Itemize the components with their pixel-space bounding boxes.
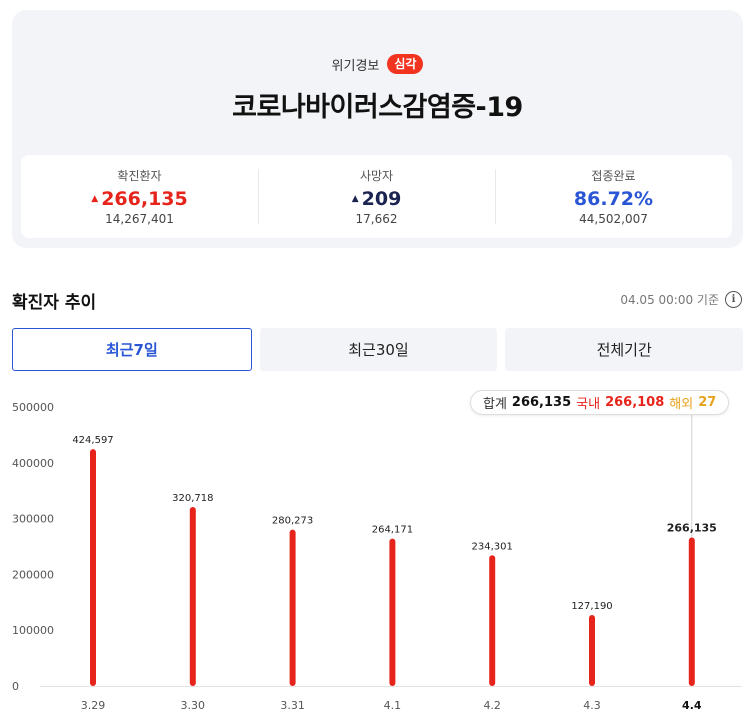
up-arrow-icon: ▲ xyxy=(351,194,359,204)
alert-row: 위기경보 심각 xyxy=(12,54,743,74)
confirmed-cases-chart: 0 100000 200000 300000 400000 500000 424,597 3.… xyxy=(0,380,750,724)
bar xyxy=(589,615,595,686)
stat-total: 44,502,007 xyxy=(579,212,648,226)
bar xyxy=(688,537,695,686)
tooltip-overseas-label: 해외 xyxy=(669,397,694,412)
tooltip-total-value: 266,135 xyxy=(511,395,572,410)
stat-value-number: 209 xyxy=(361,188,402,210)
bar-data-label: 320,718 xyxy=(172,493,213,504)
x-tick-label: 4.2 xyxy=(483,699,501,712)
tab-all-period[interactable]: 전체기간 xyxy=(505,328,744,371)
stat-total: 17,662 xyxy=(355,212,398,226)
x-tick-label: 4.4 xyxy=(682,699,702,712)
y-tick-label: 200000 xyxy=(12,568,54,581)
stat-value-number: 266,135 xyxy=(101,188,188,210)
stat-value-number: 86.72% xyxy=(573,188,654,210)
alert-level-badge: 심각 xyxy=(387,54,424,74)
bar-data-label: 127,190 xyxy=(571,601,612,612)
tooltip-domestic-label: 국내 xyxy=(576,397,601,412)
stat-value: ▲ 209 xyxy=(352,188,402,210)
page-title: 코로나바이러스감염증-19 xyxy=(232,92,523,123)
stat-label: 접종완료 xyxy=(591,169,636,183)
y-tick-label: 100000 xyxy=(12,624,54,637)
stat-total: 14,267,401 xyxy=(105,212,174,226)
bar-data-label: 424,597 xyxy=(72,435,113,446)
tooltip-overseas-value: 27 xyxy=(698,395,717,410)
covid-summary-card: 위기경보 심각 코로나바이러스감염증-19 확진환자 ▲ 266,135 14,… xyxy=(12,10,743,248)
tooltip-domestic-value: 266,108 xyxy=(605,395,665,410)
bar-data-label: 234,301 xyxy=(472,541,513,552)
x-tick-label: 4.1 xyxy=(384,699,402,712)
chart-svg: 0 100000 200000 300000 400000 500000 424,597 3.… xyxy=(12,401,742,712)
tab-recent-30-days[interactable]: 최근30일 xyxy=(259,328,498,371)
bar xyxy=(389,538,396,686)
stat-value: ▲ 266,135 xyxy=(91,188,187,210)
stat-value: 86.72% xyxy=(574,188,653,210)
y-tick-label: 300000 xyxy=(12,513,54,526)
stats-box: 확진환자 ▲ 266,135 14,267,401 사망자 ▲ 209 17,6… xyxy=(21,155,732,238)
bar-data-label: 280,273 xyxy=(272,516,313,527)
x-tick-label: 3.30 xyxy=(181,699,206,712)
section-title: 확진자 추이 xyxy=(12,293,97,313)
x-tick-label: 3.29 xyxy=(81,699,106,712)
y-tick-label: 500000 xyxy=(12,401,54,414)
bar xyxy=(90,449,96,686)
x-tick-label: 3.31 xyxy=(280,699,305,712)
stat-deaths: 사망자 ▲ 209 17,662 xyxy=(258,155,495,238)
stat-vaccinated: 접종완료 86.72% 44,502,007 xyxy=(495,155,732,238)
tooltip-total-label: 합계 xyxy=(483,397,507,412)
bar xyxy=(289,529,296,686)
bar xyxy=(189,507,196,686)
stat-label: 확진환자 xyxy=(117,169,162,183)
up-arrow-icon: ▲ xyxy=(91,194,99,204)
bar-data-label: 266,135 xyxy=(667,521,717,534)
reference-time: 04.05 00:00 기준 i xyxy=(620,291,742,308)
reference-time-text: 04.05 00:00 기준 xyxy=(620,293,719,307)
x-tick-label: 4.3 xyxy=(583,699,601,712)
period-tabs: 최근7일 최근30일 전체기간 xyxy=(12,328,744,371)
info-icon[interactable]: i xyxy=(725,291,742,308)
stat-confirmed: 확진환자 ▲ 266,135 14,267,401 xyxy=(21,155,258,238)
bar-data-label: 264,171 xyxy=(372,525,413,536)
y-tick-label: 400000 xyxy=(12,457,54,470)
bar xyxy=(489,555,496,686)
chart-tooltip: 합계 266,135 국내 266,108 해외 27 xyxy=(470,390,730,415)
stat-label: 사망자 xyxy=(359,169,394,183)
alert-label: 위기경보 xyxy=(331,58,380,74)
tab-recent-7-days[interactable]: 최근7일 xyxy=(12,328,252,371)
y-tick-label: 0 xyxy=(12,680,19,693)
